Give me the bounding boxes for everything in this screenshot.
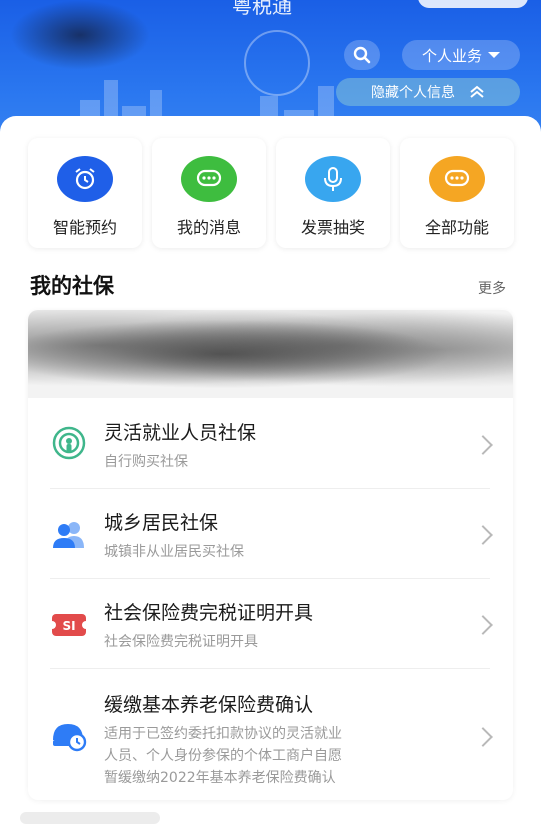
service-title: 灵活就业人员社保	[104, 422, 257, 444]
service-desc: 适用于已签约委托扣款协议的灵活就业 人员、个人身份参保的个体工商户自愿 暂缓缴纳…	[104, 723, 454, 789]
hide-personal-info-button[interactable]: 隐藏个人信息	[336, 78, 520, 106]
quick-action-appointment[interactable]: 智能预约	[28, 138, 142, 248]
people-icon	[50, 516, 88, 554]
service-deferred-pension[interactable]: 缓缴基本养老保险费确认 适用于已签约委托扣款协议的灵活就业 人员、个人身份参保的…	[28, 690, 513, 790]
service-title: 社会保险费完税证明开具	[104, 602, 314, 624]
service-flexible-employment[interactable]: 灵活就业人员社保 自行购买社保	[28, 418, 513, 488]
social-security-certificate-icon: SI	[50, 606, 88, 644]
more-link[interactable]: 更多	[478, 278, 506, 298]
wireless-person-icon	[50, 424, 88, 462]
quick-action-label: 智能预约	[52, 218, 117, 237]
defer-payment-icon	[50, 716, 88, 754]
social-security-card: 灵活就业人员社保 自行购买社保 城乡居民社保 城镇非从业居民买社保 SI 社会保…	[28, 310, 513, 800]
search-icon	[353, 46, 371, 64]
service-desc-line: 人员、个人身份参保的个体工商户自愿	[104, 748, 342, 764]
service-urban-rural[interactable]: 城乡居民社保 城镇非从业居民买社保	[28, 508, 513, 578]
search-button[interactable]	[344, 40, 380, 70]
quick-action-messages[interactable]: 我的消息	[152, 138, 266, 248]
personal-business-dropdown[interactable]: 个人业务	[402, 40, 520, 70]
section-title: 我的社保	[30, 274, 114, 298]
quick-action-invoice-lottery[interactable]: 发票抽奖	[276, 138, 390, 248]
chevron-right-icon	[473, 615, 493, 635]
double-chevron-up-icon	[470, 85, 484, 98]
redacted-info	[28, 310, 513, 398]
divider	[50, 488, 490, 489]
service-title: 缓缴基本养老保险费确认	[104, 694, 314, 716]
service-desc-line: 适用于已签约委托扣款协议的灵活就业	[104, 726, 342, 742]
redacted-area	[10, 0, 150, 70]
chevron-right-icon	[473, 435, 493, 455]
service-desc-line: 暂缓缴纳2022年基本养老保险费确认	[104, 770, 336, 786]
chat-bubble-icon	[181, 156, 237, 202]
bottom-partial-text	[20, 812, 160, 824]
service-title: 城乡居民社保	[104, 512, 219, 534]
service-desc: 自行购买社保	[104, 454, 188, 470]
divider	[50, 668, 490, 669]
chevron-right-icon	[473, 525, 493, 545]
app-title: 粤税通	[232, 0, 292, 18]
service-desc: 社会保险费完税证明开具	[104, 634, 258, 650]
service-tax-certificate[interactable]: SI 社会保险费完税证明开具 社会保险费完税证明开具	[28, 598, 513, 668]
quick-action-label: 发票抽奖	[300, 218, 365, 237]
top-pill	[418, 0, 528, 8]
personal-business-label: 个人业务	[421, 46, 482, 65]
hide-info-label: 隐藏个人信息	[371, 85, 455, 101]
quick-action-label: 全部功能	[424, 218, 489, 237]
microphone-icon	[305, 156, 361, 202]
caret-down-icon	[488, 52, 500, 58]
chevron-right-icon	[473, 727, 493, 747]
svg-text:SI: SI	[62, 619, 75, 633]
more-dots-icon	[429, 156, 485, 202]
quick-actions: 智能预约 我的消息 发票抽奖 全部功能	[28, 138, 514, 248]
divider	[50, 578, 490, 579]
quick-action-all-functions[interactable]: 全部功能	[400, 138, 514, 248]
alarm-clock-icon	[57, 156, 113, 202]
service-desc: 城镇非从业居民买社保	[104, 544, 244, 560]
quick-action-label: 我的消息	[176, 218, 241, 237]
